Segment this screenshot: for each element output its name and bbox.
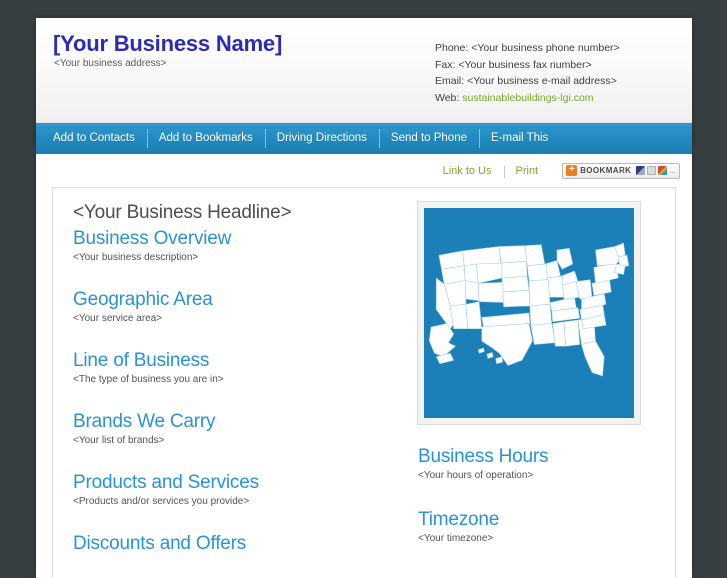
section-body: <Products and/or services you provide> [73, 496, 250, 507]
united-states-map [417, 201, 641, 425]
plus-icon: + [566, 165, 578, 176]
section-products-and-services: Products and Services <Products and/or s… [73, 470, 394, 507]
section-body: <Your service area> [73, 313, 163, 324]
bookmark-share-widget[interactable]: + BOOKMARK ... [562, 162, 680, 179]
share-icon-delicious[interactable] [636, 166, 646, 175]
sidebar-column: Business Hours <Your hours of operation>… [408, 201, 675, 578]
more-icon[interactable]: ... [669, 166, 676, 175]
share-icon-generic[interactable] [647, 166, 657, 175]
section-timezone: Timezone <Your timezone> [418, 507, 657, 544]
section-business-overview: Business Overview <Your business descrip… [73, 226, 394, 263]
nav-add-to-bookmarks[interactable]: Add to Bookmarks [146, 123, 265, 154]
print-link[interactable]: Print [503, 165, 551, 178]
section-discounts-and-offers: Discounts and Offers [73, 531, 394, 556]
section-body: <Your business description> [73, 252, 199, 263]
contact-email: Email: <Your business e-mail address> [435, 75, 617, 87]
section-body: <The type of business you are in> [73, 374, 224, 385]
nav-send-to-phone[interactable]: Send to Phone [378, 123, 479, 154]
section-title: Discounts and Offers [73, 533, 247, 554]
section-body: <Your hours of operation> [418, 470, 534, 481]
section-title: Products and Services [73, 472, 259, 493]
business-address: <Your business address> [54, 58, 167, 69]
section-title: Geographic Area [73, 289, 213, 310]
contact-phone: Phone: <Your business phone number> [435, 42, 620, 54]
section-line-of-business: Line of Business <The type of business y… [73, 348, 394, 385]
link-to-us-link[interactable]: Link to Us [431, 165, 504, 177]
share-icons-group [636, 166, 668, 175]
nav-email-this[interactable]: E-mail This [479, 123, 560, 154]
nav-add-to-contacts[interactable]: Add to Contacts [41, 123, 147, 154]
content-box: <Your Business Headline> Business Overvi… [52, 187, 676, 578]
business-name: [Your Business Name] [53, 31, 283, 56]
section-body: <Your timezone> [418, 533, 494, 544]
section-title: Line of Business [73, 350, 210, 371]
section-title: Timezone [418, 509, 500, 530]
share-icon-colorful[interactable] [658, 166, 668, 175]
page-headline: <Your Business Headline> [73, 202, 292, 223]
page-container: [Your Business Name] <Your business addr… [36, 18, 692, 578]
page-header: [Your Business Name] <Your business addr… [36, 18, 692, 123]
section-title: Brands We Carry [73, 411, 216, 432]
section-title: Business Overview [73, 228, 232, 249]
section-geographic-area: Geographic Area <Your service area> [73, 287, 394, 324]
contact-info: Phone: <Your business phone number> Fax:… [435, 40, 620, 106]
contact-web-label: Web: [435, 91, 463, 104]
section-brands-we-carry: Brands We Carry <Your list of brands> [73, 409, 394, 446]
utility-row: Link to Us Print + BOOKMARK ... [36, 154, 692, 187]
contact-web: Web: sustainablebuildings-lgi.com [435, 90, 620, 107]
nav-driving-directions[interactable]: Driving Directions [264, 123, 379, 154]
contact-fax: Fax: <Your business fax number> [435, 58, 592, 71]
main-column: <Your Business Headline> Business Overvi… [53, 202, 408, 578]
website-link[interactable]: sustainablebuildings-lgi.com [462, 92, 593, 104]
section-business-hours: Business Hours <Your hours of operation> [418, 444, 657, 481]
bookmark-label: BOOKMARK [580, 166, 632, 175]
action-navbar: Add to Contacts Add to Bookmarks Driving… [36, 123, 692, 154]
section-body: <Your list of brands> [73, 435, 165, 446]
section-title: Business Hours [418, 446, 549, 467]
map-icon [424, 225, 634, 401]
